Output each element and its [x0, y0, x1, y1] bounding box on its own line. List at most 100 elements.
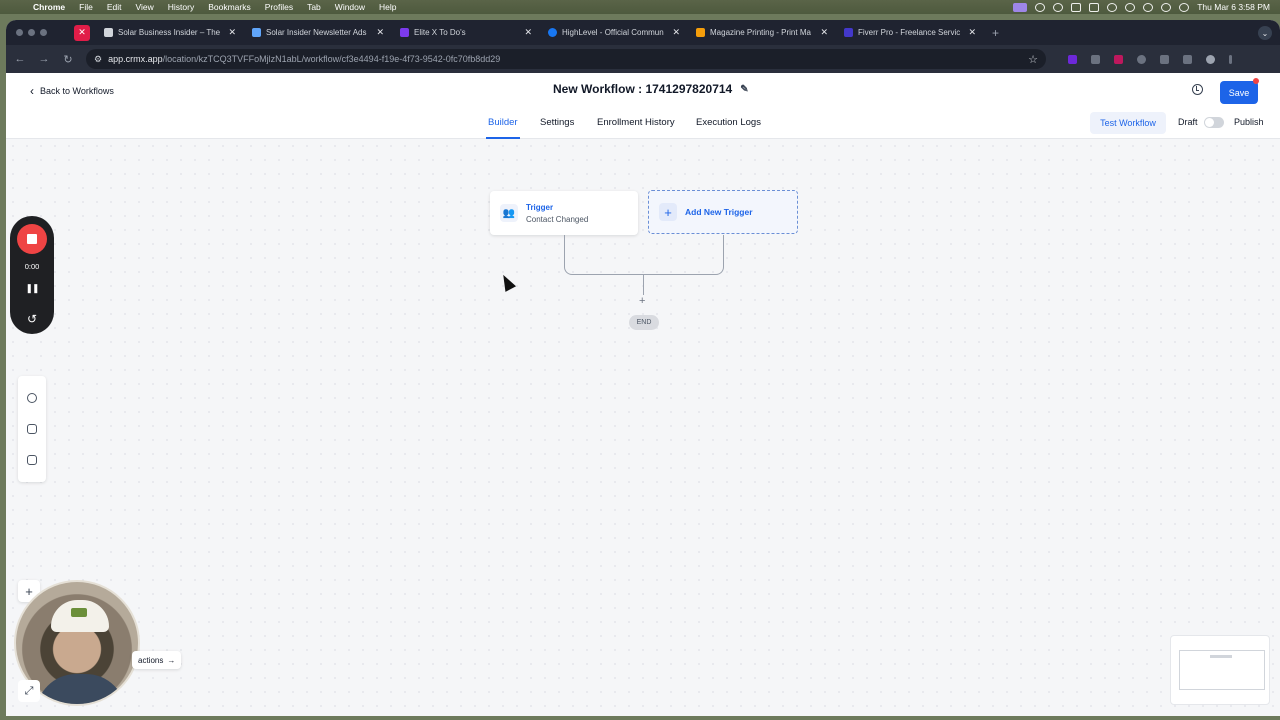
publish-toggle[interactable] — [1204, 117, 1224, 128]
tab-execution-logs[interactable]: Execution Logs — [696, 117, 761, 128]
save-button[interactable]: Save — [1220, 81, 1258, 104]
tab-favicon-icon — [400, 28, 409, 37]
active-tab-favicon[interactable]: ✕ — [74, 24, 90, 41]
chrome-window: ✕ Solar Business Insider – The ✕ Solar I… — [6, 20, 1280, 716]
status-icon[interactable] — [1035, 2, 1046, 12]
close-tab-icon[interactable]: ✕ — [228, 27, 236, 38]
macos-menubar: Chrome File Edit View History Bookmarks … — [0, 0, 1280, 14]
menu-window[interactable]: Window — [328, 2, 372, 12]
workflow-canvas[interactable]: 👥 Trigger Contact Changed + Add New Trig… — [6, 139, 1280, 716]
extension-icon[interactable] — [1137, 54, 1146, 64]
tab-enrollment-history[interactable]: Enrollment History — [597, 117, 675, 128]
menu-profiles[interactable]: Profiles — [258, 2, 300, 12]
close-tab-icon[interactable]: ✕ — [376, 27, 384, 38]
close-window-icon[interactable] — [16, 29, 23, 36]
fullscreen-expand-icon[interactable]: ⤢ — [18, 680, 40, 702]
history-clock-icon[interactable] — [27, 392, 37, 403]
edit-pencil-icon[interactable]: ✎ — [740, 84, 748, 95]
zoom-window-icon[interactable] — [40, 29, 47, 36]
stop-recording-button[interactable] — [17, 224, 47, 254]
browser-tab[interactable]: Solar Business Insider – The ✕ — [96, 23, 244, 43]
publish-label: Publish — [1234, 117, 1264, 127]
menu-bookmarks[interactable]: Bookmarks — [201, 2, 258, 12]
unsaved-indicator — [1253, 78, 1259, 84]
new-tab-icon[interactable]: + — [984, 26, 1007, 40]
back-nav-icon[interactable]: ← — [14, 53, 26, 65]
chrome-menu-icon[interactable] — [1229, 54, 1232, 64]
extension-icon[interactable] — [1091, 54, 1100, 64]
actions-pill[interactable]: actions → — [132, 651, 182, 669]
reload-icon[interactable]: ↻ — [62, 53, 74, 66]
restart-icon[interactable]: ↺ — [27, 312, 37, 326]
workflow-name: New Workflow : 1741297820714 — [553, 82, 733, 96]
browser-tab[interactable]: Fiverr Pro - Freelance Servic ✕ — [836, 23, 984, 43]
close-tab-icon[interactable]: ✕ — [524, 27, 532, 38]
trigger-node[interactable]: 👥 Trigger Contact Changed — [490, 191, 638, 235]
back-to-workflows-link[interactable]: ‹ Back to Workflows — [30, 84, 114, 98]
tab-title: Solar Insider Newsletter Ads — [266, 28, 367, 37]
profile-avatar-icon[interactable] — [1206, 54, 1215, 64]
notion-icon[interactable] — [1071, 2, 1082, 12]
menubar-clock[interactable]: Thu Mar 6 3:58 PM — [1197, 2, 1270, 12]
address-bar[interactable]: ⚙ app.crmx.app/location/kzTCQ3TVFFoMjlzN… — [86, 49, 1046, 69]
tab-builder[interactable]: Builder — [486, 117, 520, 139]
canvas-minimap[interactable] — [1170, 635, 1270, 705]
test-workflow-button[interactable]: Test Workflow — [1090, 112, 1166, 134]
wifi-icon[interactable] — [1125, 2, 1136, 12]
recording-timer: 0:00 — [24, 262, 40, 271]
tab-title: HighLevel - Official Commun — [562, 28, 664, 37]
settings-icon[interactable] — [1053, 2, 1064, 12]
version-history-icon[interactable] — [1192, 84, 1203, 95]
browser-tab[interactable]: Magazine Printing - Print Ma ✕ — [688, 23, 836, 43]
url-path: /location/kzTCQ3TVFFoMjlzN1abL/workflow/… — [162, 54, 501, 64]
screen-record-icon[interactable] — [1013, 2, 1028, 12]
tab-search-icon[interactable]: ⌄ — [1258, 26, 1272, 40]
canvas-side-tools — [18, 376, 46, 482]
site-info-icon[interactable]: ⚙ — [94, 54, 102, 65]
app-icon[interactable] — [1089, 2, 1100, 12]
browser-tab[interactable]: HighLevel - Official Commun ✕ — [540, 23, 688, 43]
extensions-puzzle-icon[interactable] — [1183, 54, 1192, 64]
tab-favicon-icon — [844, 28, 853, 37]
tab-title: Solar Business Insider – The — [118, 28, 221, 37]
comment-icon[interactable] — [27, 423, 37, 434]
close-tab-icon[interactable]: ✕ — [672, 27, 680, 38]
draft-label: Draft — [1178, 117, 1198, 127]
pause-icon[interactable]: ❚❚ — [25, 283, 39, 294]
menu-tab[interactable]: Tab — [300, 2, 328, 12]
extension-icon[interactable] — [1114, 54, 1123, 64]
add-trigger-label: Add New Trigger — [685, 207, 753, 217]
webcam-shirt — [36, 674, 126, 704]
menu-file[interactable]: File — [72, 2, 100, 12]
workflow-title: New Workflow : 1741297820714 ✎ — [553, 82, 749, 96]
close-tab-icon[interactable]: ✕ — [820, 27, 828, 38]
bookmark-star-icon[interactable]: ☆ — [1028, 53, 1038, 66]
menu-history[interactable]: History — [161, 2, 201, 12]
control-center-icon[interactable] — [1161, 2, 1172, 12]
extension-icon[interactable] — [1068, 54, 1077, 64]
workflow-subnav: Builder Settings Enrollment History Exec… — [6, 107, 1280, 139]
user-icon[interactable] — [1179, 2, 1190, 12]
menu-view[interactable]: View — [128, 2, 160, 12]
extension-icon[interactable] — [1160, 54, 1169, 64]
tab-settings[interactable]: Settings — [540, 117, 574, 128]
end-node: END — [629, 315, 659, 330]
minimize-window-icon[interactable] — [28, 29, 35, 36]
menu-edit[interactable]: Edit — [100, 2, 129, 12]
note-icon[interactable] — [27, 455, 37, 466]
menu-help[interactable]: Help — [372, 2, 403, 12]
check-icon[interactable] — [1107, 2, 1118, 12]
search-icon[interactable] — [1143, 2, 1154, 12]
tab-title: Elite X To Do's — [414, 28, 466, 37]
add-new-trigger-button[interactable]: + Add New Trigger — [648, 190, 798, 234]
browser-tab[interactable]: Elite X To Do's ✕ — [392, 23, 540, 43]
mouse-cursor-icon — [497, 272, 517, 292]
trigger-subtitle: Contact Changed — [526, 214, 589, 224]
stop-icon — [27, 234, 37, 244]
menu-app-name[interactable]: Chrome — [26, 2, 72, 12]
forward-nav-icon[interactable]: → — [38, 53, 50, 65]
add-action-plus-icon[interactable]: + — [639, 295, 646, 307]
trigger-title: Trigger — [526, 202, 554, 212]
close-tab-icon[interactable]: ✕ — [968, 27, 976, 38]
browser-tab[interactable]: Solar Insider Newsletter Ads ✕ — [244, 23, 392, 43]
